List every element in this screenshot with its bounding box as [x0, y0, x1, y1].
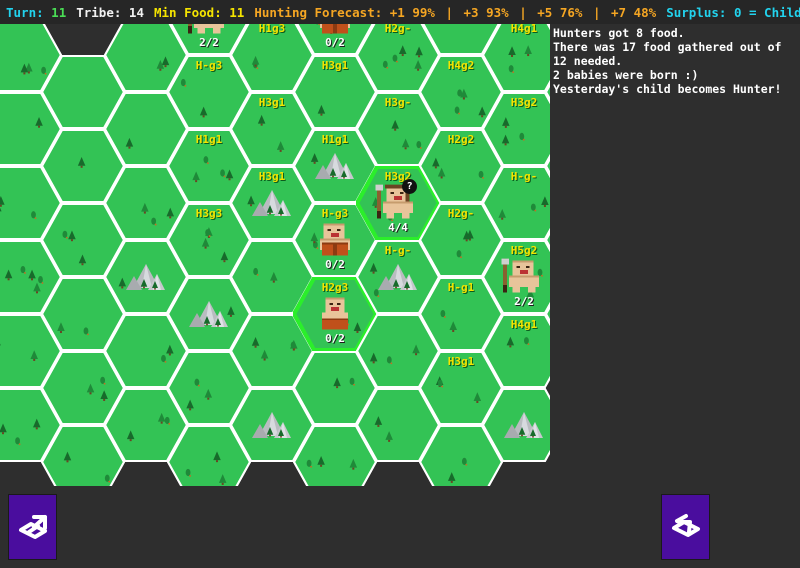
forecast-separator: |	[445, 4, 453, 20]
forecast-item: +3 93%	[456, 4, 517, 20]
hex-shape	[548, 24, 550, 28]
tribe-stat: Tribe: 14	[76, 5, 144, 20]
hex-tile[interactable]: H3g1	[545, 129, 550, 203]
hex-tile[interactable]: H5g2 2/2	[482, 240, 550, 314]
hex-map[interactable]: H5g32/2 H-g3 H1g1	[0, 24, 550, 486]
tribe-value: 14	[128, 4, 144, 20]
forecast-item: +7 48%	[603, 4, 657, 20]
surplus-label: Surplus:	[666, 4, 727, 20]
hex-shape	[482, 24, 550, 92]
tribe-label: Tribe:	[76, 4, 122, 20]
hex-shape	[545, 156, 550, 176]
unit-sprite-gatherer[interactable]	[312, 24, 358, 34]
forecast-separator: |	[592, 4, 601, 20]
forecast-item: +1 99%	[389, 4, 443, 20]
turn-label: Turn:	[6, 4, 44, 20]
hex-tile[interactable]	[482, 388, 550, 462]
cycle-arrow-down-icon	[671, 514, 700, 537]
forecast-separator: |	[519, 4, 527, 20]
turn-stat: Turn: 11	[6, 5, 66, 20]
hex-tile[interactable]: H3g1	[545, 203, 550, 277]
unit-sprite-hunter[interactable]	[186, 24, 232, 34]
bottom-bar: Child0/1Age: 1Hunter2/2Age: 10Gatherer0/…	[0, 486, 800, 568]
hex-shape	[482, 166, 550, 240]
unit-sprite-hunter[interactable]	[501, 258, 547, 293]
hex-shape	[482, 92, 550, 166]
message-line: Yesterday's child becomes Hunter!	[553, 82, 782, 96]
min-food-label: Min Food:	[153, 4, 222, 20]
surplus-value: 0 = Child x 0	[733, 4, 800, 20]
hunting-forecast-label: Hunting Forecast:	[254, 4, 383, 20]
hex-tile[interactable]: H4g1	[482, 314, 550, 388]
message-line: There was 17 food gathered out of 12 nee…	[553, 40, 789, 68]
hex-tile[interactable]: H3g2	[482, 92, 550, 166]
hex-tile[interactable]: H3g2	[545, 55, 550, 129]
hex-tile[interactable]: H4g1	[482, 24, 550, 92]
hex-shape	[545, 230, 550, 250]
hex-tile[interactable]: H-g-	[482, 166, 550, 240]
forecast-item: +5 76%	[529, 4, 590, 20]
min-food-stat: Min Food: 11	[154, 5, 244, 20]
hex-shape	[482, 314, 550, 388]
hunting-forecast: Hunting Forecast: +1 99% | +3 93% | +5 7…	[254, 5, 656, 20]
cycle-prev-unit-button[interactable]	[8, 494, 57, 560]
message-log: Hunters got 8 food. There was 17 food gat…	[553, 26, 800, 106]
hex-shape	[545, 304, 550, 324]
message-line: 2 babies were born :)	[553, 68, 699, 82]
hex-shape	[482, 388, 550, 462]
cycle-next-unit-button[interactable]	[661, 494, 710, 560]
turn-value: 11	[51, 4, 67, 20]
hex-tile[interactable]: H4g1	[545, 277, 550, 351]
message-line: Hunters got 8 food.	[553, 26, 685, 40]
hex-shape	[545, 82, 550, 102]
hex-layer: H5g32/2 H-g3 H1g1	[0, 24, 550, 486]
status-bar: Turn: 11 Tribe: 14 Min Food: 11 Hunting …	[0, 0, 800, 24]
unit-sprite-gatherer[interactable]	[312, 222, 358, 256]
unit-sprite-child[interactable]	[312, 296, 358, 330]
cycle-arrow-up-icon	[18, 515, 47, 539]
game-window: Turn: 11 Tribe: 14 Min Food: 11 Hunting …	[0, 0, 800, 568]
min-food-value: 11	[229, 4, 245, 20]
hex-tile[interactable]: H-g1	[545, 24, 550, 55]
hunting-forecast-values: +1 99% | +3 93% | +5 76% | +7 48%	[390, 5, 656, 20]
surplus-stat: Surplus: 0 = Child x 0	[666, 5, 800, 20]
